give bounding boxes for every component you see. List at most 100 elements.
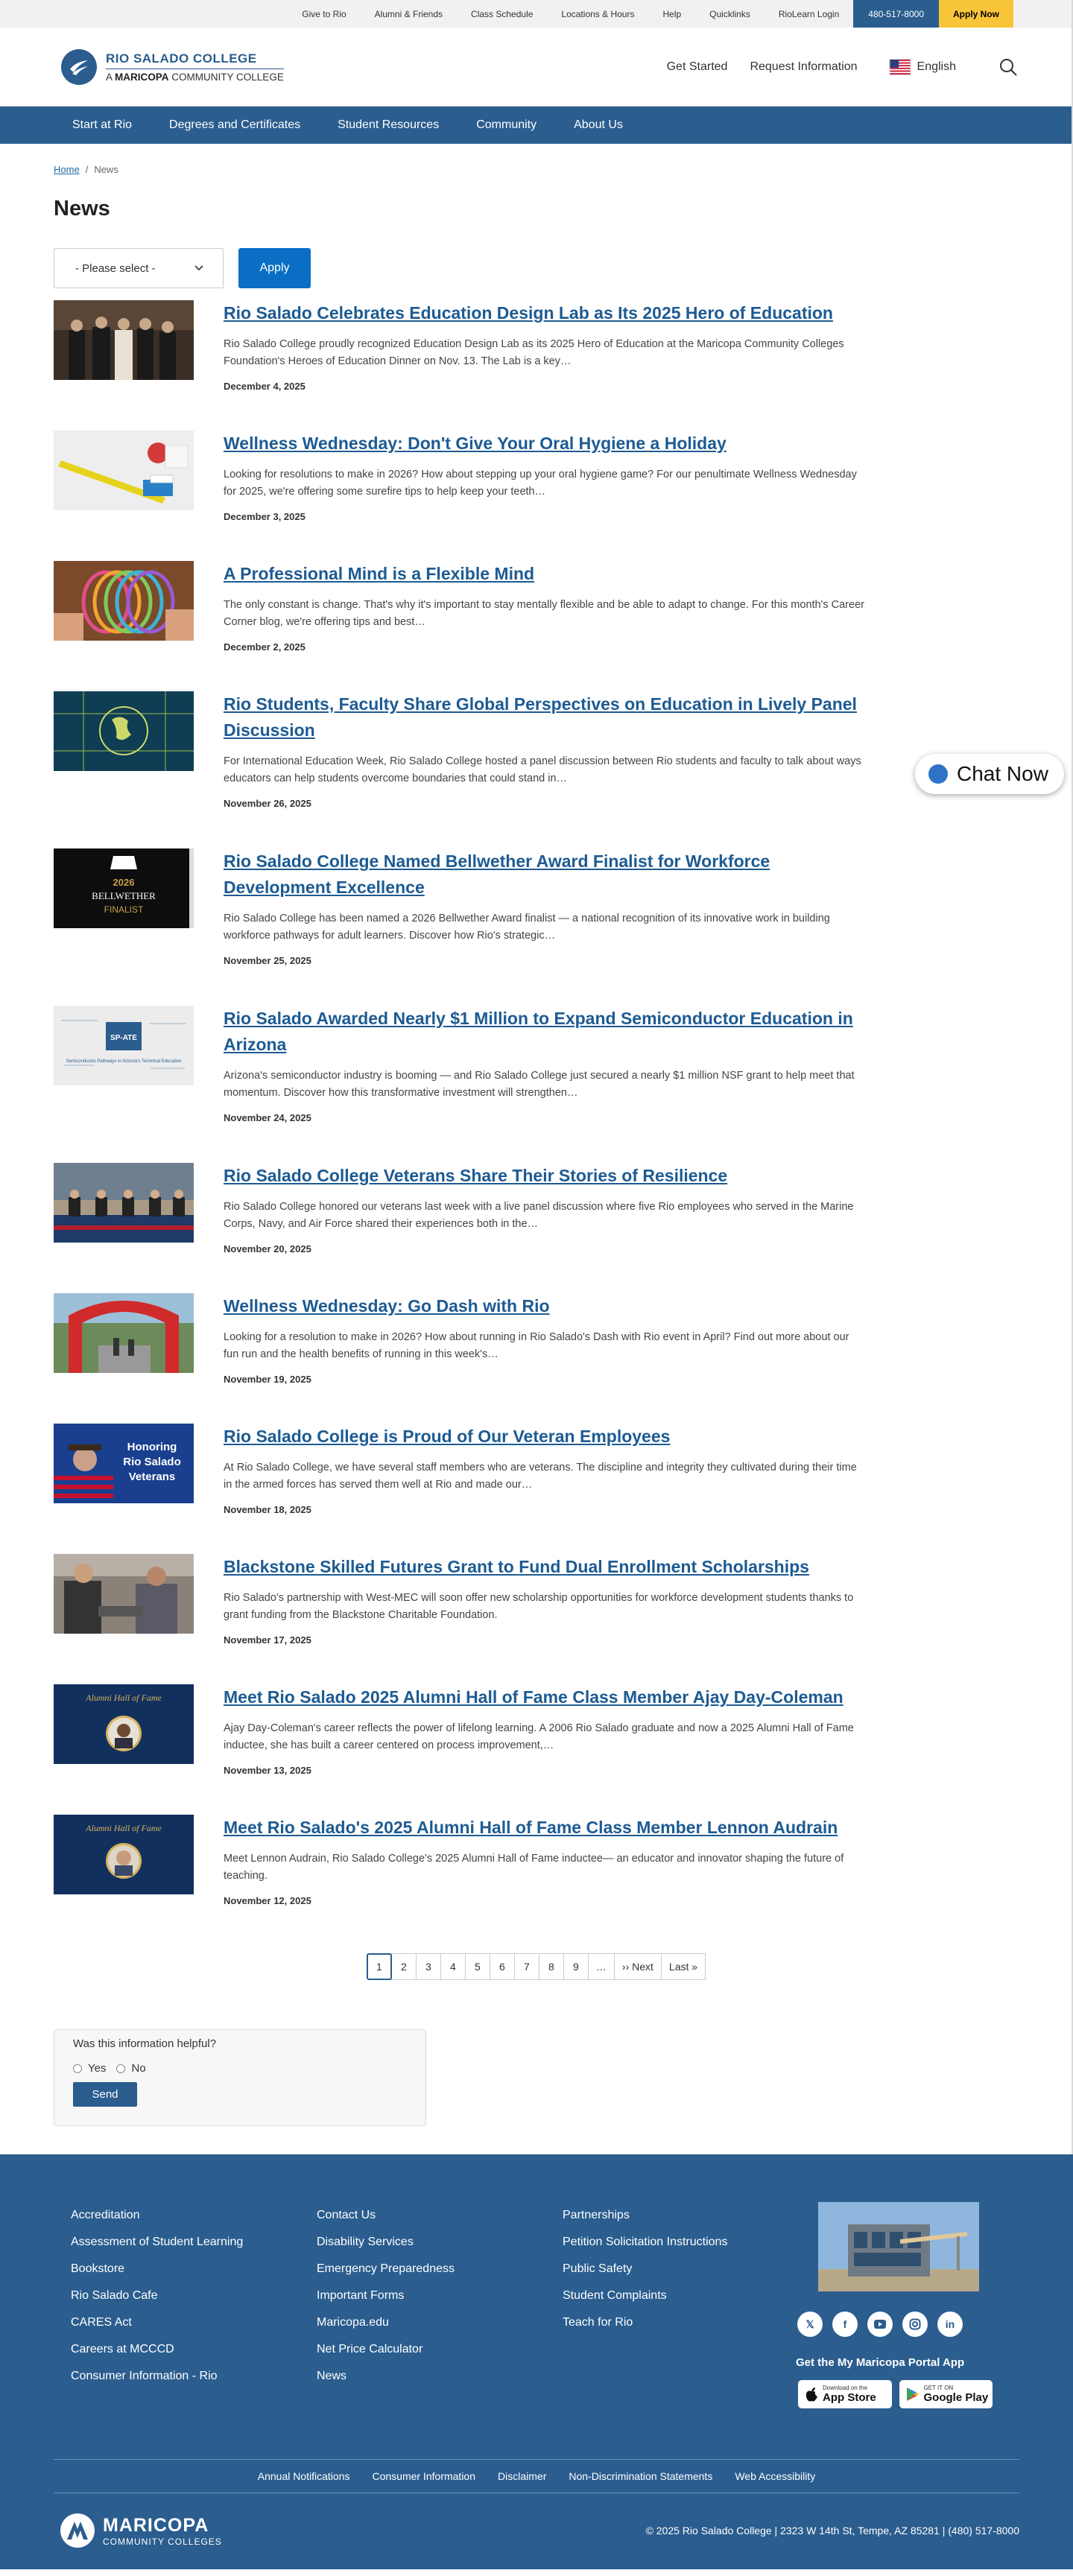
breadcrumb-home-link[interactable]: Home [54, 164, 80, 175]
footer-link-consumer-info-rio[interactable]: Consumer Information - Rio [71, 2363, 317, 2390]
news-title-link[interactable]: Rio Salado Awarded Nearly $1 Million to … [224, 1009, 853, 1054]
utility-link-help[interactable]: Help [648, 0, 695, 28]
get-started-link[interactable]: Get Started [667, 60, 728, 74]
search-button[interactable] [998, 57, 1019, 77]
nav-community[interactable]: Community [458, 118, 555, 132]
news-title-link[interactable]: Meet Rio Salado's 2025 Alumni Hall of Fa… [224, 1818, 838, 1837]
footer-link-maricopa[interactable]: Maricopa.edu [317, 2309, 563, 2336]
footer-annual-notifications-link[interactable]: Annual Notifications [258, 2470, 350, 2482]
news-thumbnail-dash-with-rio[interactable] [54, 1293, 194, 1373]
utility-link-class-schedule[interactable]: Class Schedule [457, 0, 547, 28]
footer-consumer-information-link[interactable]: Consumer Information [373, 2470, 476, 2482]
page-9-link[interactable]: 9 [563, 1953, 589, 1980]
google-play-badge[interactable]: GET IT ON Google Play [899, 2380, 993, 2408]
footer-link-petition[interactable]: Petition Solicitation Instructions [563, 2229, 808, 2256]
utility-link-give[interactable]: Give to Rio [288, 0, 360, 28]
feedback-no-option[interactable]: No [116, 2062, 146, 2075]
footer-link-accreditation[interactable]: Accreditation [71, 2202, 317, 2229]
app-store-badge[interactable]: Download on the App Store [798, 2380, 892, 2408]
svg-text:Rio Salado: Rio Salado [123, 1456, 181, 1468]
linkedin-icon[interactable]: in [937, 2312, 963, 2337]
next-page-link[interactable]: ›› Next [613, 1953, 662, 1980]
nav-start-at-rio[interactable]: Start at Rio [54, 118, 151, 132]
x-twitter-icon[interactable]: 𝕏 [797, 2312, 823, 2337]
feedback-yes-option[interactable]: Yes [73, 2062, 106, 2075]
footer-link-public-safety[interactable]: Public Safety [563, 2256, 808, 2282]
facebook-icon[interactable]: f [832, 2312, 858, 2337]
nav-degrees-certificates[interactable]: Degrees and Certificates [151, 118, 319, 132]
news-thumbnail-toothbrush[interactable] [54, 431, 194, 510]
news-thumbnail-honoring-veterans[interactable]: Honoring Rio Salado Veterans [54, 1424, 194, 1503]
news-excerpt: Ajay Day-Coleman's career reflects the p… [224, 1722, 854, 1751]
feedback-send-button[interactable]: Send [73, 2082, 137, 2107]
news-thumbnail-award-photo[interactable] [54, 300, 194, 380]
footer-link-assessment[interactable]: Assessment of Student Learning [71, 2229, 317, 2256]
apply-filter-button[interactable]: Apply [238, 248, 311, 288]
footer-non-discrimination-link[interactable]: Non-Discrimination Statements [569, 2470, 712, 2482]
footer-link-net-price[interactable]: Net Price Calculator [317, 2336, 563, 2363]
utility-link-locations[interactable]: Locations & Hours [547, 0, 648, 28]
news-thumbnail-blackstone[interactable] [54, 1554, 194, 1634]
news-thumbnail-semiconductor[interactable]: SP-ATE Semiconductor Pathways in Arizona'… [54, 1006, 194, 1085]
news-thumbnail-hall-of-fame-lennon[interactable]: Alumni Hall of Fame [54, 1815, 194, 1894]
feedback-no-radio[interactable] [116, 2063, 126, 2073]
news-title-link[interactable]: Rio Students, Faculty Share Global Persp… [224, 694, 857, 740]
news-thumbnail-bellwether[interactable]: 2026 BELLWETHER FINALIST [54, 848, 194, 928]
footer-link-teach[interactable]: Teach for Rio [563, 2309, 808, 2336]
footer-link-bookstore[interactable]: Bookstore [71, 2256, 317, 2282]
nav-about-us[interactable]: About Us [555, 118, 642, 132]
news-title-link[interactable]: Wellness Wednesday: Go Dash with Rio [224, 1296, 550, 1316]
footer-link-partnerships[interactable]: Partnerships [563, 2202, 808, 2229]
category-select[interactable]: - Please select - [54, 248, 224, 288]
chat-now-button[interactable]: Chat Now [915, 754, 1064, 794]
request-information-link[interactable]: Request Information [750, 60, 857, 74]
page-4-link[interactable]: 4 [440, 1953, 466, 1980]
footer-disclaimer-link[interactable]: Disclaimer [498, 2470, 546, 2482]
instagram-icon[interactable] [902, 2312, 928, 2337]
news-title-link[interactable]: A Professional Mind is a Flexible Mind [224, 564, 534, 583]
page-6-link[interactable]: 6 [489, 1953, 515, 1980]
rio-salado-logo[interactable]: RIO SALADO COLLEGE A MARICOPA COMMUNITY … [61, 48, 284, 85]
news-item: Wellness Wednesday: Don't Give Your Oral… [54, 431, 1019, 561]
page-2-link[interactable]: 2 [390, 1953, 417, 1980]
news-title-link[interactable]: Rio Salado College Named Bellwether Awar… [224, 851, 770, 897]
youtube-icon[interactable] [867, 2312, 893, 2337]
language-selector[interactable]: English [888, 58, 956, 75]
maricopa-logo[interactable]: MARICOPA COMMUNITY COLLEGES [60, 2513, 222, 2548]
page-8-link[interactable]: 8 [538, 1953, 564, 1980]
footer-link-disability[interactable]: Disability Services [317, 2229, 563, 2256]
footer-link-contact[interactable]: Contact Us [317, 2202, 563, 2229]
footer-link-forms[interactable]: Important Forms [317, 2282, 563, 2309]
page-7-link[interactable]: 7 [513, 1953, 539, 1980]
news-thumbnail-globe[interactable] [54, 691, 194, 771]
footer-web-accessibility-link[interactable]: Web Accessibility [735, 2470, 815, 2482]
apply-now-button[interactable]: Apply Now [939, 0, 1013, 28]
footer-link-cares-act[interactable]: CARES Act [71, 2309, 317, 2336]
news-title-link[interactable]: Meet Rio Salado 2025 Alumni Hall of Fame… [224, 1687, 843, 1707]
utility-link-quicklinks[interactable]: Quicklinks [695, 0, 765, 28]
news-date: December 3, 2025 [224, 511, 306, 522]
footer-link-news[interactable]: News [317, 2363, 563, 2390]
news-excerpt: The only constant is change. That's why … [224, 599, 864, 628]
news-thumbnail-hall-of-fame-ajay[interactable]: Alumni Hall of Fame [54, 1684, 194, 1764]
footer-link-emergency[interactable]: Emergency Preparedness [317, 2256, 563, 2282]
news-title-link[interactable]: Rio Salado Celebrates Education Design L… [224, 303, 833, 323]
footer-link-complaints[interactable]: Student Complaints [563, 2282, 808, 2309]
news-thumbnail-veterans-panel[interactable] [54, 1163, 194, 1243]
page-1-link[interactable]: 1 [366, 1953, 392, 1980]
news-title-link[interactable]: Rio Salado College is Proud of Our Veter… [224, 1427, 670, 1446]
footer-link-cafe[interactable]: Rio Salado Cafe [71, 2282, 317, 2309]
utility-phone-link[interactable]: 480-517-8000 [853, 0, 939, 28]
news-thumbnail-slinky[interactable] [54, 561, 194, 641]
page-3-link[interactable]: 3 [415, 1953, 441, 1980]
utility-link-riolearn[interactable]: RioLearn Login [765, 0, 853, 28]
news-title-link[interactable]: Blackstone Skilled Futures Grant to Fund… [224, 1557, 809, 1576]
news-title-link[interactable]: Rio Salado College Veterans Share Their … [224, 1166, 727, 1185]
utility-link-alumni[interactable]: Alumni & Friends [361, 0, 457, 28]
nav-student-resources[interactable]: Student Resources [319, 118, 458, 132]
footer-link-careers[interactable]: Careers at MCCCD [71, 2336, 317, 2363]
page-5-link[interactable]: 5 [464, 1953, 490, 1980]
news-title-link[interactable]: Wellness Wednesday: Don't Give Your Oral… [224, 434, 727, 453]
last-page-link[interactable]: Last » [660, 1953, 706, 1980]
feedback-yes-radio[interactable] [73, 2063, 82, 2073]
